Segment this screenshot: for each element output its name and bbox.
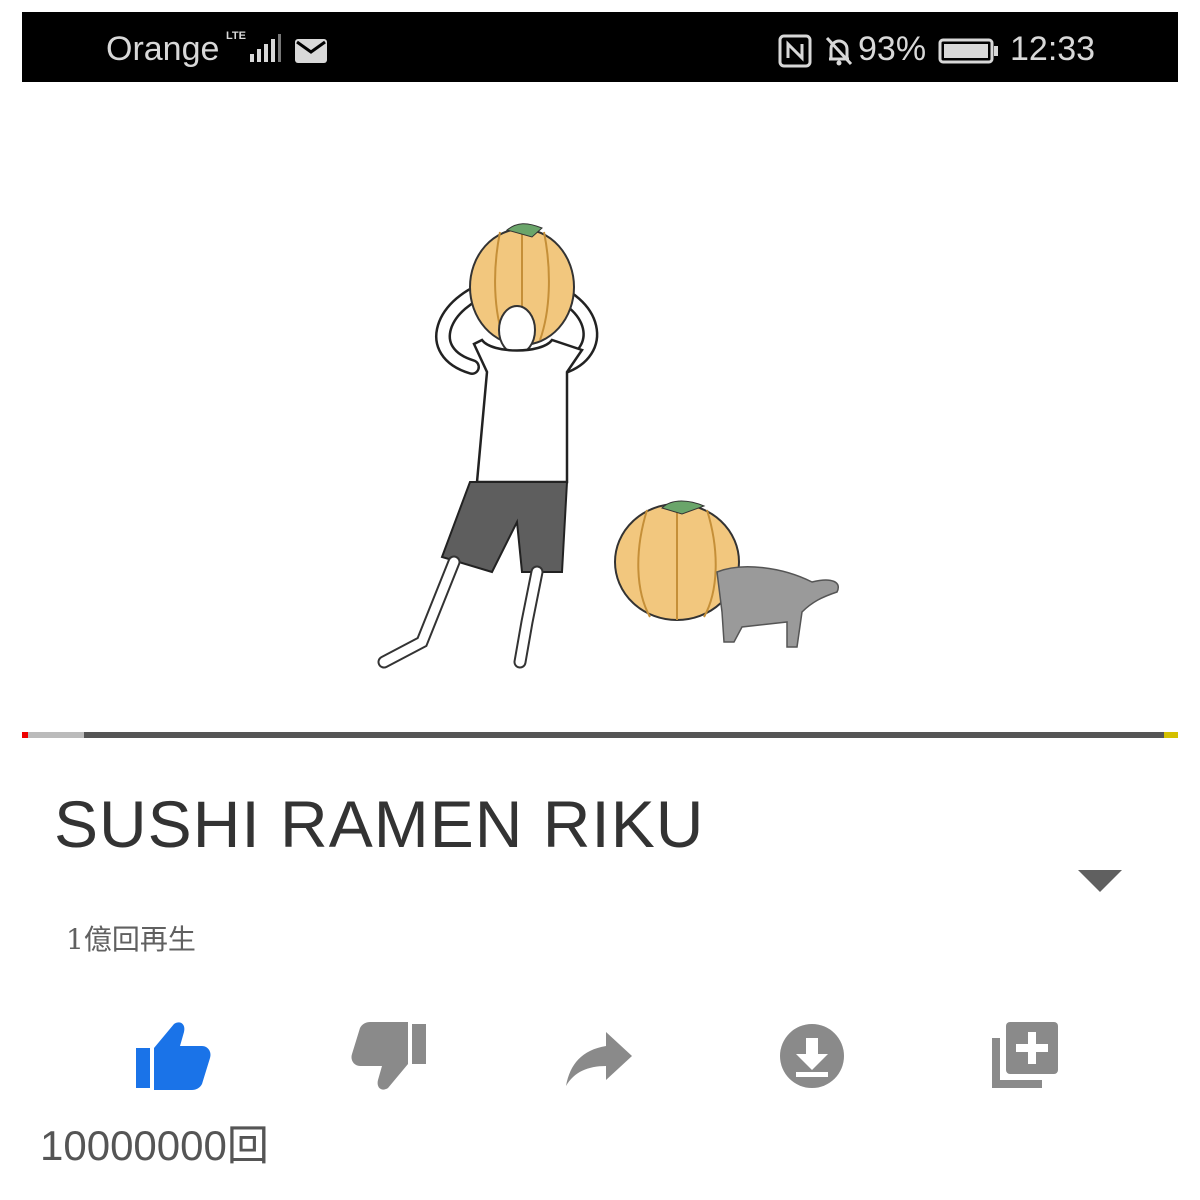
video-progress-bar[interactable]	[22, 732, 1178, 738]
share-icon	[566, 1032, 632, 1086]
thumbs-up-icon	[136, 1022, 211, 1090]
share-button[interactable]	[560, 1018, 646, 1094]
video-frame-illustration	[377, 223, 839, 669]
person-illustration	[377, 223, 599, 669]
like-button[interactable]	[130, 1018, 216, 1094]
nfc-icon	[778, 34, 812, 68]
progress-buffered	[28, 732, 84, 738]
video-title: SUSHI RAMEN RIKU	[54, 787, 705, 861]
network-type: LTE	[226, 30, 246, 42]
thumbs-down-icon	[351, 1022, 426, 1090]
download-icon	[780, 1024, 844, 1088]
battery-icon	[938, 38, 998, 64]
like-count: 10000000回	[40, 1122, 269, 1169]
dislike-button[interactable]	[346, 1018, 432, 1094]
video-player[interactable]	[22, 82, 1178, 732]
battery-percent: 93%	[858, 30, 927, 68]
view-count: 1億回再生	[66, 923, 196, 956]
signal-icon	[250, 34, 281, 62]
chevron-down-icon[interactable]	[1078, 870, 1122, 892]
add-to-playlist-button[interactable]	[988, 1018, 1074, 1094]
download-button[interactable]	[774, 1018, 860, 1094]
progress-end-marker	[1164, 732, 1178, 738]
carrier-name: Orange	[106, 30, 220, 68]
status-bar: Orange LTE 93% 12:33	[22, 12, 1178, 82]
bell-off-icon	[825, 36, 853, 66]
pumpkin-dog-illustration	[614, 500, 839, 648]
clock: 12:33	[1010, 30, 1096, 68]
add-to-playlist-icon	[992, 1022, 1058, 1088]
mail-icon	[295, 39, 327, 63]
